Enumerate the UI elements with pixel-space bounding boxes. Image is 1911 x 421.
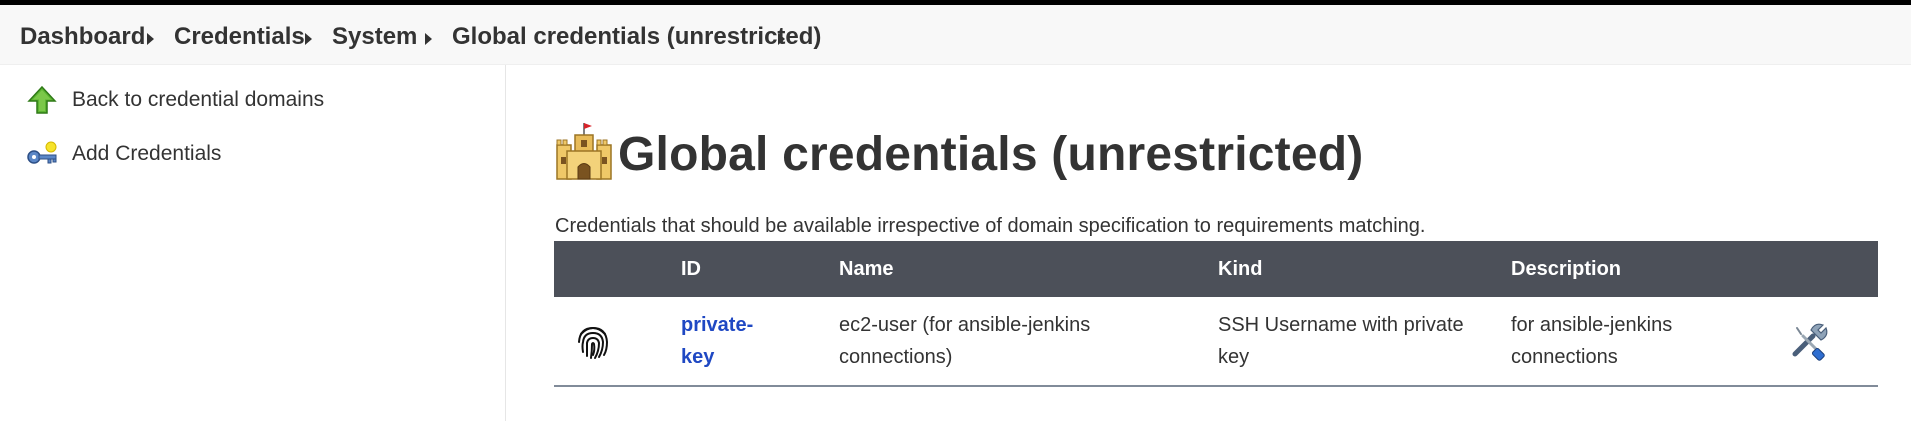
fingerprint-icon xyxy=(576,326,610,359)
breadcrumb-separator-icon[interactable] xyxy=(778,33,785,45)
sidebar-item-add-credentials[interactable]: Add Credentials xyxy=(26,137,221,171)
breadcrumb-separator-icon[interactable] xyxy=(425,33,432,45)
column-header-id[interactable]: ID xyxy=(681,241,839,297)
credential-actions-cell xyxy=(1781,297,1878,387)
credential-name-cell: ec2-user (for ansible-jenkins connection… xyxy=(839,297,1218,387)
column-header-icon[interactable] xyxy=(554,241,681,297)
sidebar-item-label: Add Credentials xyxy=(72,142,222,165)
credential-kind-cell: SSH Username with private key xyxy=(1218,297,1511,387)
wrench-screwdriver-icon[interactable] xyxy=(1789,323,1831,361)
credential-name: ec2-user (for ansible-jenkins xyxy=(839,314,1091,336)
credential-description-cell: for ansible-jenkins connections xyxy=(1511,297,1781,387)
breadcrumb-dashboard[interactable]: Dashboard xyxy=(20,23,145,51)
column-header-actions xyxy=(1781,241,1878,297)
breadcrumb-system[interactable]: System xyxy=(332,23,417,51)
credential-kind: SSH Username with private xyxy=(1218,314,1464,336)
up-arrow-icon xyxy=(26,84,58,116)
main-panel: Global credentials (unrestricted) Creden… xyxy=(506,65,1911,421)
breadcrumb-global-credentials[interactable]: Global credentials (unrestricted) xyxy=(452,23,821,51)
credential-name-continued: connections) xyxy=(839,346,953,368)
credential-description-continued: connections xyxy=(1511,346,1618,368)
page-description: Credentials that should be available irr… xyxy=(555,215,1426,237)
breadcrumb-separator-icon[interactable] xyxy=(305,33,312,45)
key-icon xyxy=(26,138,58,170)
column-header-name[interactable]: Name xyxy=(839,241,1218,297)
page-header: Global credentials (unrestricted) xyxy=(554,121,1363,188)
credential-description: for ansible-jenkins xyxy=(1511,314,1673,336)
column-header-description[interactable]: Description xyxy=(1511,241,1781,297)
credential-type-cell xyxy=(554,297,681,387)
column-header-kind[interactable]: Kind xyxy=(1218,241,1511,297)
page-title: Global credentials (unrestricted) xyxy=(618,128,1364,181)
sidebar: Back to credential domains Add Credentia… xyxy=(0,65,506,421)
credential-kind-continued: key xyxy=(1218,346,1250,368)
table-row: private- key ec2-user (for ansible-jenki… xyxy=(554,297,1878,387)
table-header-row: ID Name Kind Description xyxy=(554,241,1878,297)
breadcrumb-credentials[interactable]: Credentials xyxy=(174,23,305,51)
castle-icon xyxy=(554,121,612,188)
credential-id-link-continued[interactable]: key xyxy=(681,341,839,373)
breadcrumb: Dashboard Credentials System Global cred… xyxy=(0,5,1911,65)
credentials-table: ID Name Kind Description private- key ec… xyxy=(554,241,1878,387)
sidebar-item-label: Back to credential domains xyxy=(72,88,325,111)
credential-id-cell: private- key xyxy=(681,297,839,387)
sidebar-item-back-to-domains[interactable]: Back to credential domains xyxy=(26,83,324,117)
breadcrumb-separator-icon[interactable] xyxy=(147,33,154,45)
credential-id-link[interactable]: private- xyxy=(681,309,839,341)
